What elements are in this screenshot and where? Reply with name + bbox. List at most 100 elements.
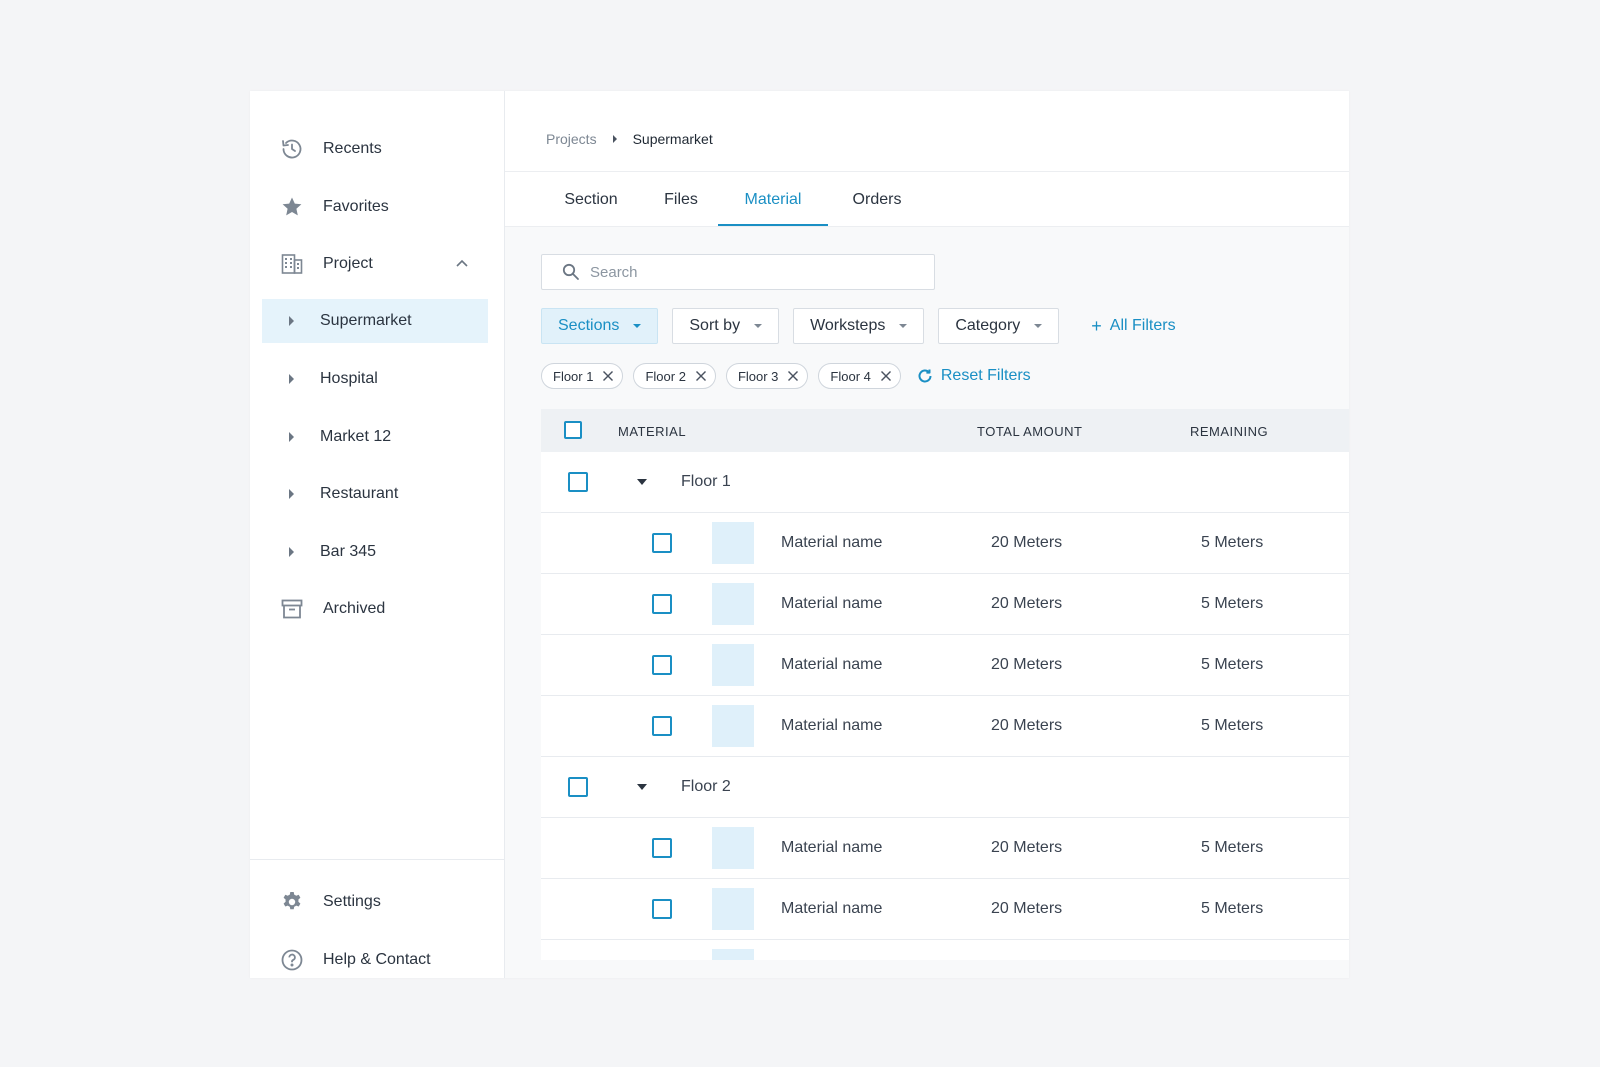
- sidebar-item-archived[interactable]: Archived: [250, 587, 505, 631]
- select-all-checkbox[interactable]: [564, 421, 582, 439]
- cell-material: Material name: [781, 534, 883, 551]
- close-icon[interactable]: [787, 370, 799, 382]
- filter-bar: Sections Sort by Worksteps Category + Al…: [541, 308, 1176, 344]
- filter-sort-by-button[interactable]: Sort by: [672, 308, 780, 344]
- filter-chip-floor-4: Floor 4: [818, 363, 901, 389]
- refresh-icon: [918, 369, 932, 383]
- sidebar-item-help[interactable]: Help & Contact: [250, 938, 505, 978]
- close-icon[interactable]: [602, 370, 614, 382]
- sidebar-item-favorites[interactable]: Favorites: [250, 185, 505, 229]
- group-checkbox[interactable]: [568, 777, 588, 797]
- collapse-caret-icon[interactable]: [637, 479, 647, 485]
- sidebar-item-label: Settings: [323, 893, 381, 910]
- sidebar-project-label: Restaurant: [320, 485, 399, 502]
- group-name: Floor 1: [681, 473, 731, 490]
- dropdown-arrow-icon: [899, 324, 908, 328]
- group-checkbox[interactable]: [568, 472, 588, 492]
- close-icon[interactable]: [695, 370, 707, 382]
- table-row: Material name 20 Meters 5 Meters: [541, 513, 1349, 574]
- row-checkbox[interactable]: [652, 533, 672, 553]
- gear-icon: [279, 889, 305, 915]
- all-filters-button[interactable]: + All Filters: [1091, 316, 1175, 337]
- breadcrumb: Projects Supermarket: [546, 131, 713, 147]
- table-row: Material name 20 Meters 5 Meters: [541, 574, 1349, 635]
- table-row: Material name 20 Meters 5 Meters: [541, 635, 1349, 696]
- table-row: Material name 20 Meters 5 Meters: [541, 696, 1349, 757]
- filter-label: Worksteps: [810, 317, 886, 334]
- cell-total: 20 Meters: [991, 839, 1063, 856]
- close-icon[interactable]: [880, 370, 892, 382]
- all-filters-label: All Filters: [1109, 317, 1176, 334]
- row-checkbox[interactable]: [652, 838, 672, 858]
- column-header-material[interactable]: MATERIAL: [618, 424, 686, 439]
- chip-label: Floor 3: [737, 368, 779, 384]
- sidebar-project-label: Hospital: [320, 370, 378, 387]
- cell-remaining: 5 Meters: [1201, 595, 1264, 612]
- filter-chip-floor-3: Floor 3: [725, 363, 809, 389]
- cell-remaining: 5 Meters: [1201, 900, 1264, 917]
- sidebar-item-label: Archived: [323, 600, 386, 617]
- cell-total: 20 Meters: [991, 534, 1063, 551]
- help-icon: [279, 947, 305, 973]
- sidebar-item-label: Project: [323, 255, 373, 272]
- chip-label: Floor 1: [553, 368, 594, 384]
- breadcrumb-current: Supermarket: [632, 131, 713, 147]
- dropdown-arrow-icon: [1034, 324, 1043, 328]
- row-checkbox[interactable]: [652, 594, 672, 614]
- caret-right-icon: [289, 432, 294, 442]
- filter-sections-button[interactable]: Sections: [541, 308, 659, 344]
- breadcrumb-separator-icon: [612, 135, 617, 143]
- tab-material[interactable]: Material: [718, 172, 828, 227]
- filter-category-button[interactable]: Category: [938, 308, 1060, 344]
- sidebar-project-market-12[interactable]: Market 12: [262, 415, 488, 459]
- chevron-up-icon[interactable]: [455, 256, 469, 270]
- row-checkbox[interactable]: [652, 899, 672, 919]
- sidebar-project-bar-345[interactable]: Bar 345: [262, 530, 488, 574]
- table-row-partial: [541, 940, 1349, 960]
- tab-orders[interactable]: Orders: [850, 172, 904, 227]
- sidebar-project-restaurant[interactable]: Restaurant: [262, 472, 488, 516]
- sidebar-project-label: Supermarket: [320, 312, 412, 329]
- filter-chip-floor-1: Floor 1: [541, 363, 624, 389]
- material-thumbnail: [712, 705, 754, 747]
- collapse-caret-icon[interactable]: [637, 784, 647, 790]
- cell-total: 20 Meters: [991, 717, 1063, 734]
- tab-bar: Section Files Material Orders: [505, 172, 904, 227]
- sidebar-project-hospital[interactable]: Hospital: [262, 357, 488, 401]
- sidebar-item-project[interactable]: Project: [250, 242, 505, 286]
- cell-remaining: 5 Meters: [1201, 839, 1264, 856]
- column-header-total-amount[interactable]: TOTAL AMOUNT: [977, 424, 1082, 439]
- building-icon: [279, 251, 305, 277]
- star-icon: [279, 194, 305, 220]
- sidebar-item-settings[interactable]: Settings: [250, 880, 505, 924]
- material-thumbnail: [712, 949, 754, 960]
- cell-material: Material name: [781, 595, 883, 612]
- filter-label: Sort by: [689, 317, 741, 334]
- reset-filters-button[interactable]: Reset Filters: [917, 367, 1031, 385]
- cell-material: Material name: [781, 717, 883, 734]
- search-icon: [562, 263, 579, 280]
- breadcrumb-projects[interactable]: Projects: [546, 131, 597, 147]
- material-thumbnail: [712, 583, 754, 625]
- material-thumbnail: [712, 827, 754, 869]
- archive-icon: [279, 596, 305, 622]
- column-header-remaining[interactable]: REMAINING: [1190, 424, 1268, 439]
- filter-worksteps-button[interactable]: Worksteps: [793, 308, 925, 344]
- cell-total: 20 Meters: [991, 900, 1063, 917]
- sidebar-item-label: Help & Contact: [323, 951, 431, 968]
- tab-files[interactable]: Files: [664, 172, 698, 227]
- app-window: Recents Favorites Project Supermarket Ho…: [250, 91, 1349, 978]
- row-checkbox[interactable]: [652, 716, 672, 736]
- chip-label: Floor 2: [645, 368, 686, 384]
- material-thumbnail: [712, 644, 754, 686]
- sidebar-project-supermarket[interactable]: Supermarket: [262, 299, 488, 343]
- cell-total: 20 Meters: [991, 595, 1063, 612]
- search-input[interactable]: [590, 263, 910, 281]
- plus-icon: +: [1091, 315, 1102, 336]
- row-checkbox[interactable]: [652, 655, 672, 675]
- filter-label: Category: [955, 317, 1021, 334]
- tab-section[interactable]: Section: [562, 172, 620, 227]
- cell-material: Material name: [781, 839, 883, 856]
- sidebar-item-recents[interactable]: Recents: [250, 127, 505, 171]
- caret-right-icon: [289, 547, 294, 557]
